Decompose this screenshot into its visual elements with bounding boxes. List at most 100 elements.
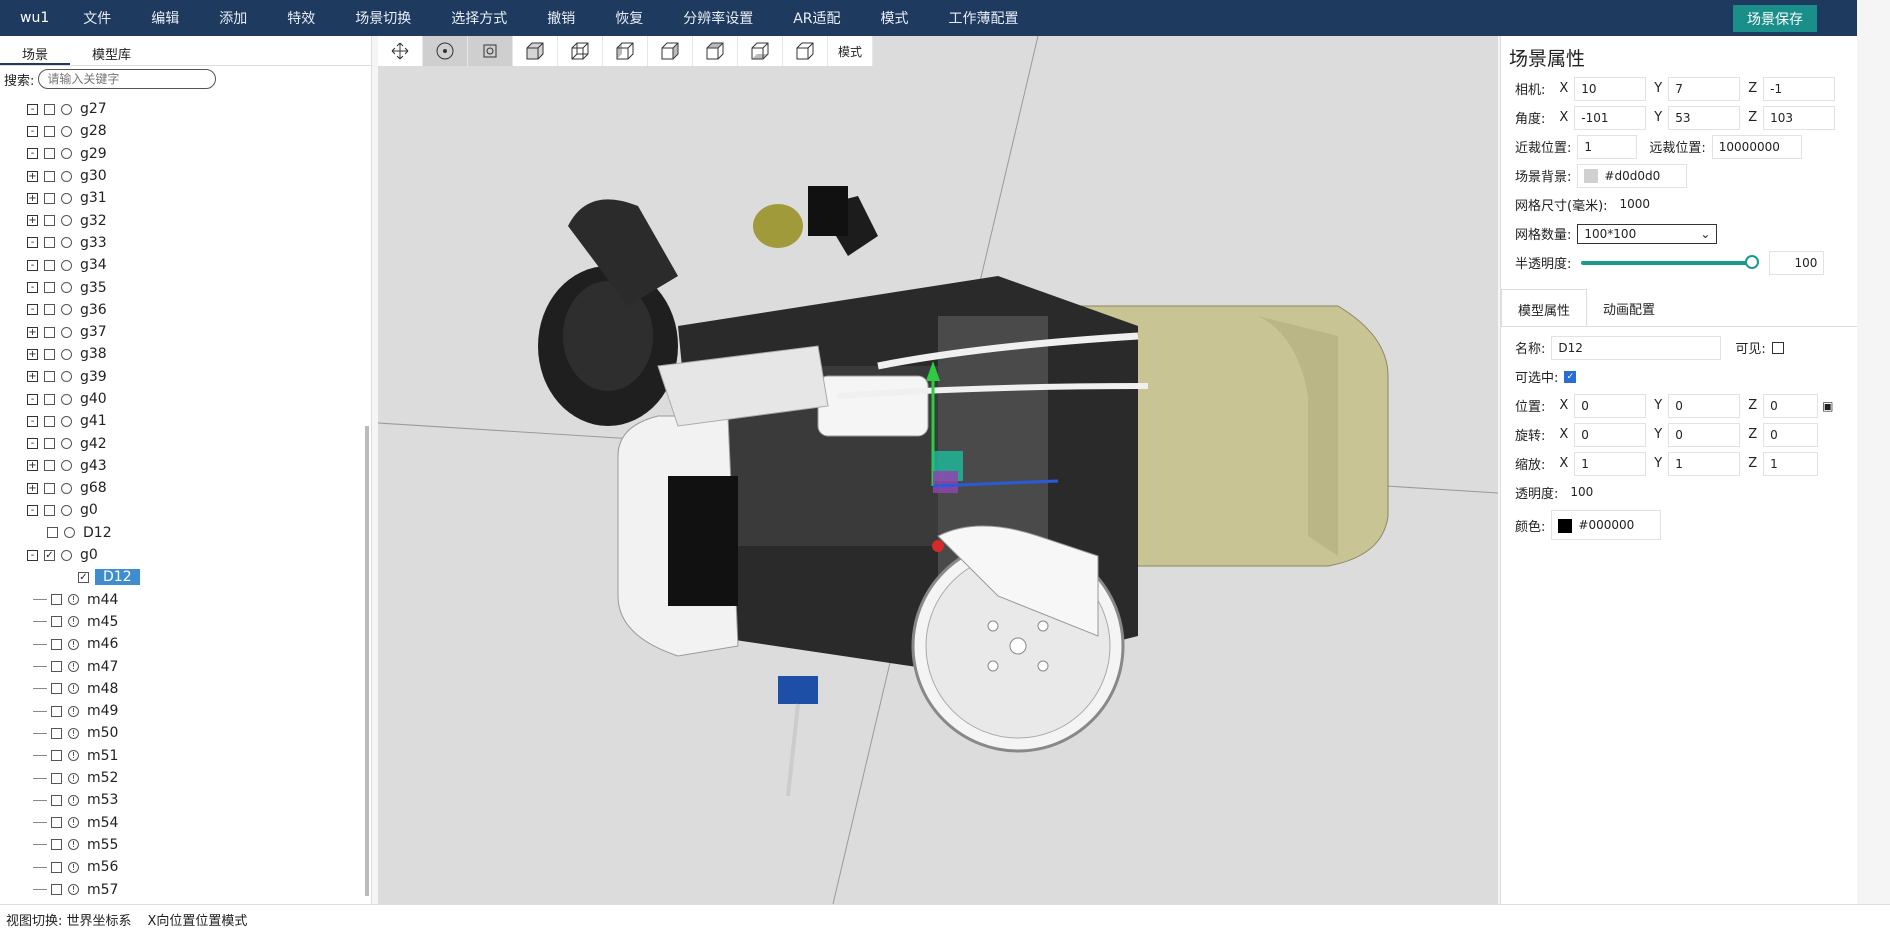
tree-row[interactable]: ! m55 xyxy=(0,834,362,856)
far-field[interactable]: 10000000 xyxy=(1711,134,1802,159)
visibility-checkbox[interactable] xyxy=(51,839,62,851)
tree-row[interactable]: ! m50 xyxy=(0,722,362,744)
collapse-icon[interactable]: - xyxy=(27,237,38,249)
visibility-checkbox[interactable] xyxy=(44,103,55,115)
angle-z-field[interactable]: 103 xyxy=(1763,105,1836,130)
near-field[interactable]: 1 xyxy=(1577,134,1638,159)
tree-row[interactable]: + g30 xyxy=(0,165,362,187)
visibility-checkbox[interactable] xyxy=(44,326,55,338)
collapse-icon[interactable]: - xyxy=(27,282,38,294)
tree-row[interactable]: + g38 xyxy=(0,343,362,365)
visibility-checkbox[interactable] xyxy=(44,482,55,494)
tree-row[interactable]: ! m47 xyxy=(0,655,362,677)
rotate-tool-button[interactable] xyxy=(423,36,468,66)
visibility-checkbox[interactable]: ✓ xyxy=(44,549,55,561)
expand-icon[interactable]: + xyxy=(27,170,38,182)
tree-row[interactable]: - ✓ g0 xyxy=(0,544,362,566)
position-x-field[interactable]: 0 xyxy=(1574,393,1647,418)
tree-row[interactable]: - g29 xyxy=(0,143,362,165)
collapse-icon[interactable]: - xyxy=(27,259,38,271)
visibility-checkbox[interactable] xyxy=(44,438,55,450)
collapse-icon[interactable]: - xyxy=(27,438,38,450)
tree-row[interactable]: ! m56 xyxy=(0,856,362,878)
tree-row[interactable]: ! m52 xyxy=(0,767,362,789)
visibility-checkbox[interactable] xyxy=(44,237,55,249)
tree-row[interactable]: + g39 xyxy=(0,366,362,388)
view-bottom-button[interactable] xyxy=(738,36,783,66)
visibility-checkbox[interactable] xyxy=(51,817,62,829)
visibility-checkbox[interactable] xyxy=(44,192,55,204)
menu-effects[interactable]: 特效 xyxy=(267,8,335,28)
expand-icon[interactable]: + xyxy=(27,326,38,338)
collapse-icon[interactable]: - xyxy=(27,148,38,160)
expand-icon[interactable]: + xyxy=(27,348,38,360)
expand-icon[interactable]: + xyxy=(27,460,38,472)
tab-scene[interactable]: 场景 xyxy=(0,36,71,65)
menu-selection-mode[interactable]: 选择方式 xyxy=(431,8,527,28)
tab-model-library[interactable]: 模型库 xyxy=(70,36,153,65)
menu-undo[interactable]: 撤销 xyxy=(527,8,595,28)
rotation-z-field[interactable]: 0 xyxy=(1763,422,1819,447)
visibility-checkbox[interactable]: ✓ xyxy=(78,571,89,583)
tree-row[interactable]: ! m57 xyxy=(0,878,362,898)
position-y-field[interactable]: 0 xyxy=(1668,393,1741,418)
menu-edit[interactable]: 编辑 xyxy=(131,8,199,28)
camera-x-field[interactable]: 10 xyxy=(1574,76,1647,101)
visibility-checkbox[interactable] xyxy=(51,594,62,606)
menu-add[interactable]: 添加 xyxy=(199,8,267,28)
menu-workbook[interactable]: 工作薄配置 xyxy=(929,8,1039,28)
rotation-y-field[interactable]: 0 xyxy=(1668,422,1741,447)
view-right-button[interactable] xyxy=(648,36,693,66)
grid-size-field[interactable]: 1000 xyxy=(1614,193,1686,217)
visibility-checkbox[interactable] xyxy=(44,460,55,472)
expand-icon[interactable]: + xyxy=(27,215,38,227)
scale-z-field[interactable]: 1 xyxy=(1763,451,1819,476)
viewport-canvas[interactable] xyxy=(378,36,1498,904)
angle-y-field[interactable]: 53 xyxy=(1668,105,1741,130)
camera-z-field[interactable]: -1 xyxy=(1763,76,1836,101)
tree-row[interactable]: - g0 xyxy=(0,499,362,521)
visibility-checkbox[interactable] xyxy=(51,772,62,784)
menu-resolution[interactable]: 分辨率设置 xyxy=(663,8,773,28)
engine-model[interactable] xyxy=(538,186,1389,797)
name-field[interactable]: D12 xyxy=(1551,335,1722,360)
visibility-checkbox[interactable] xyxy=(44,170,55,182)
visibility-checkbox[interactable] xyxy=(51,794,62,806)
tree-row[interactable]: + g37 xyxy=(0,321,362,343)
tab-animation-config[interactable]: 动画配置 xyxy=(1587,289,1671,326)
collapse-icon[interactable]: - xyxy=(27,393,38,405)
collapse-icon[interactable]: - xyxy=(27,549,38,561)
view-left-button[interactable] xyxy=(603,36,648,66)
visibility-checkbox[interactable] xyxy=(44,215,55,227)
camera-y-field[interactable]: 7 xyxy=(1668,76,1741,101)
3d-viewport[interactable]: 模式 xyxy=(378,36,1498,904)
rotation-x-field[interactable]: 0 xyxy=(1574,422,1647,447)
visible-checkbox[interactable] xyxy=(1771,341,1784,354)
background-color-field[interactable]: #d0d0d0 xyxy=(1577,163,1688,188)
collapse-icon[interactable]: - xyxy=(27,415,38,427)
tree-row[interactable]: + g32 xyxy=(0,209,362,231)
collapse-icon[interactable]: - xyxy=(27,504,38,516)
scale-x-field[interactable]: 1 xyxy=(1574,451,1647,476)
tree-row[interactable]: - g41 xyxy=(0,410,362,432)
tree-row[interactable]: + g31 xyxy=(0,187,362,209)
visibility-checkbox[interactable] xyxy=(44,393,55,405)
collapse-icon[interactable]: - xyxy=(27,103,38,115)
slider-knob[interactable] xyxy=(1745,254,1760,269)
scale-y-field[interactable]: 1 xyxy=(1668,451,1741,476)
angle-x-field[interactable]: -101 xyxy=(1574,105,1647,130)
tab-model-properties[interactable]: 模型属性 xyxy=(1501,289,1588,326)
tree-row[interactable]: - g34 xyxy=(0,254,362,276)
scale-tool-button[interactable] xyxy=(468,36,513,66)
visibility-checkbox[interactable] xyxy=(51,705,62,717)
menu-ar[interactable]: AR适配 xyxy=(773,8,860,28)
visibility-checkbox[interactable] xyxy=(51,683,62,695)
visibility-checkbox[interactable] xyxy=(51,727,62,739)
tree-row[interactable]: - g33 xyxy=(0,232,362,254)
transparency-field[interactable]: 100 xyxy=(1564,481,1636,505)
search-input[interactable] xyxy=(38,69,217,89)
visibility-checkbox[interactable] xyxy=(44,415,55,427)
tree-row[interactable]: ! m46 xyxy=(0,633,362,655)
menu-redo[interactable]: 恢复 xyxy=(595,8,663,28)
visibility-checkbox[interactable] xyxy=(47,527,58,539)
